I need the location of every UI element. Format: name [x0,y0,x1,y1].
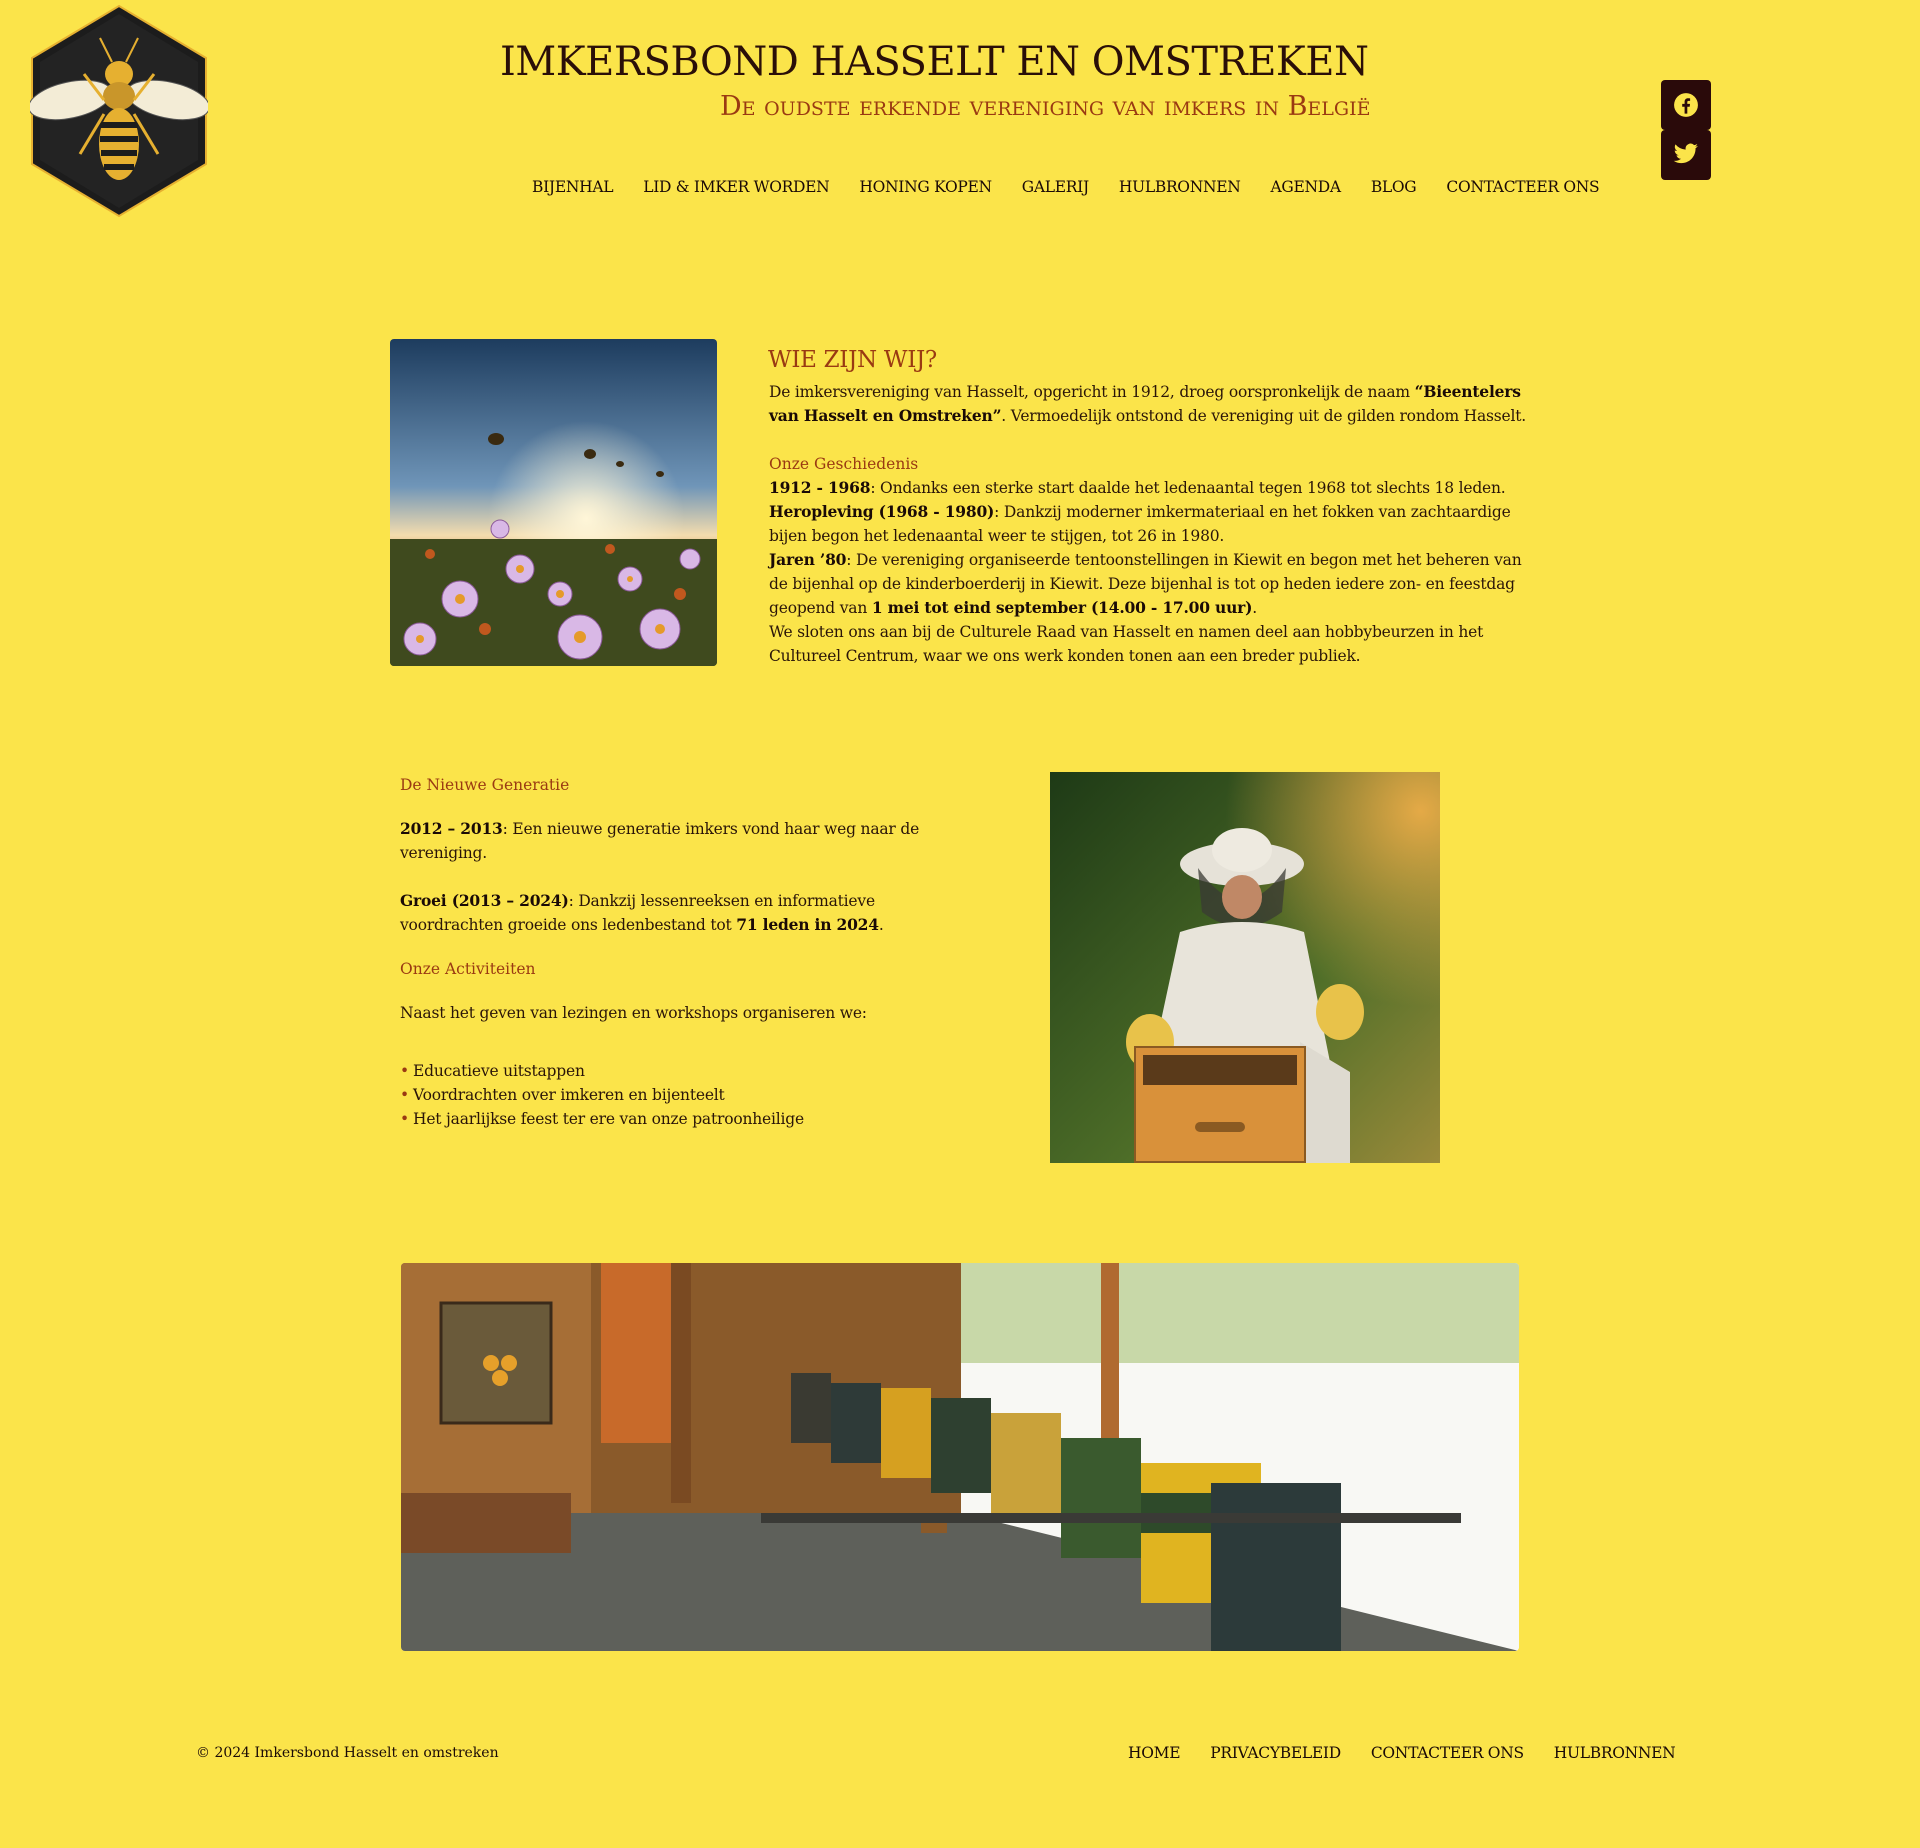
about-heading: WIE ZIJN WIJ? [768,347,937,373]
about-intro-text-2: . Vermoedelijk ontstond de vereniging ui… [1001,407,1527,425]
history-item-2: Heropleving (1968 - 1980): Dankzij moder… [769,500,1534,548]
footer-link-hulbronnen[interactable]: HULBRONNEN [1554,1744,1676,1762]
activity-item: Educatieve uitstappen [400,1059,804,1083]
generation-item-2-period: Groei (2013 – 2024) [400,891,569,910]
beekeeper-illustration [1050,772,1440,1163]
history-item-1: 1912 - 1968: Ondanks een sterke start da… [769,476,1534,500]
activities-intro: Naast het geven van lezingen en workshop… [400,1004,867,1022]
nav-blog[interactable]: BLOG [1371,174,1417,200]
nav-contacteer-ons[interactable]: CONTACTEER ONS [1446,174,1599,200]
activities-heading: Onze Activiteiten [400,960,536,978]
activities-list: Educatieve uitstappen Voordrachten over … [400,1059,804,1131]
footer-link-privacybeleid[interactable]: PRIVACYBELEID [1210,1744,1341,1762]
generation-heading: De Nieuwe Generatie [400,776,570,794]
footer-link-contacteer-ons[interactable]: CONTACTEER ONS [1371,1744,1524,1762]
bee-hall-illustration [401,1263,1519,1651]
nav-lid-imker-worden[interactable]: LID & IMKER WORDEN [643,174,830,200]
beekeeper-image [1050,772,1440,1163]
history-item-1-text: : Ondanks een sterke start daalde het le… [870,479,1506,497]
facebook-icon [1674,93,1698,117]
twitter-icon [1673,143,1698,164]
footer-nav: HOME PRIVACYBELEID CONTACTEER ONS HULBRO… [1128,1744,1705,1762]
history-item-3-end: . [1252,599,1258,617]
nav-bijenhal[interactable]: BIJENHAL [532,174,614,200]
history-item-1-period: 1912 - 1968 [769,478,871,497]
facebook-button[interactable] [1661,80,1711,130]
generation-item-2: Groei (2013 – 2024): Dankzij lessenreeks… [400,889,945,937]
generation-item-2-end: . [878,916,884,934]
nav-galerij[interactable]: GALERIJ [1022,174,1089,200]
flower-field-illustration [390,339,717,666]
site-title: IMKERSBOND HASSELT EN OMSTREKEN [500,39,1369,85]
about-intro: De imkersvereniging van Hasselt, opgeric… [769,380,1534,428]
member-count: 71 leden in 2024 [736,915,879,934]
opening-hours: 1 mei tot eind september (14.00 - 17.00 … [871,598,1253,617]
flower-field-image [390,339,717,666]
history-heading: Onze Geschiedenis [769,455,919,473]
bee-hall-image [401,1263,1519,1651]
activity-item: Het jaarlijkse feest ter ere van onze pa… [400,1107,804,1131]
history-item-3-period: Jaren ’80 [769,550,847,569]
footer-link-home[interactable]: HOME [1128,1744,1181,1762]
site-logo[interactable] [28,4,210,218]
twitter-button[interactable] [1661,130,1711,180]
history-item-2-period: Heropleving (1968 - 1980) [769,502,995,521]
history-item-3: Jaren ’80: De vereniging organiseerde te… [769,548,1534,620]
activity-item: Voordrachten over imkeren en bijenteelt [400,1083,804,1107]
nav-hulbronnen[interactable]: HULBRONNEN [1119,174,1241,200]
bee-logo-icon [28,4,210,218]
history-text: 1912 - 1968: Ondanks een sterke start da… [769,476,1534,668]
nav-agenda[interactable]: AGENDA [1271,174,1342,200]
generation-item-1-period: 2012 – 2013 [400,819,503,838]
about-intro-text-1: De imkersvereniging van Hasselt, opgeric… [769,383,1415,401]
footer-copyright: © 2024 Imkersbond Hasselt en omstreken [196,1745,499,1761]
main-nav: BIJENHAL LID & IMKER WORDEN HONING KOPEN… [532,174,1629,200]
nav-honing-kopen[interactable]: HONING KOPEN [859,174,992,200]
site-tagline: De oudste erkende vereniging van imkers … [720,91,1371,122]
history-item-4: We sloten ons aan bij de Culturele Raad … [769,623,1484,665]
generation-item-1: 2012 – 2013: Een nieuwe generatie imkers… [400,817,945,865]
